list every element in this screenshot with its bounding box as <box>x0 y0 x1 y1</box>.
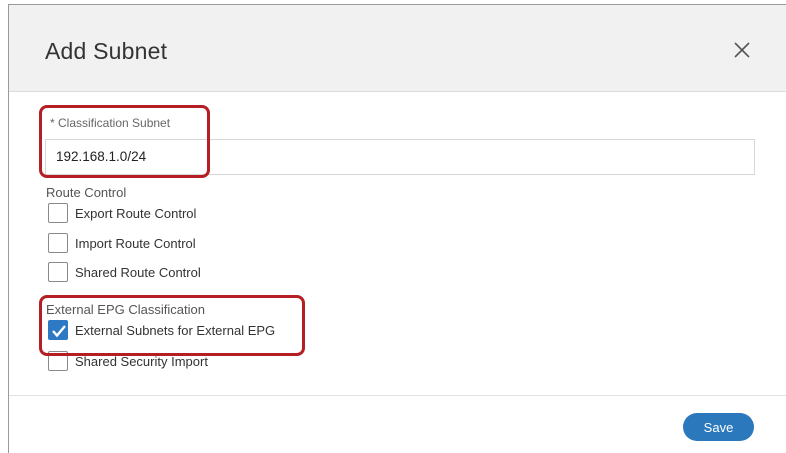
import-route-control-checkbox[interactable] <box>48 233 68 253</box>
external-subnets-option[interactable]: External Subnets for External EPG <box>48 319 275 341</box>
close-icon[interactable] <box>727 35 757 65</box>
export-route-control-option[interactable]: Export Route Control <box>48 202 196 224</box>
checkmark-icon <box>52 325 66 338</box>
export-route-control-label: Export Route Control <box>75 205 197 221</box>
classification-subnet-input[interactable]: 192.168.1.0/24 <box>45 139 755 175</box>
external-subnets-label: External Subnets for External EPG <box>75 322 276 338</box>
export-route-control-checkbox[interactable] <box>48 203 68 223</box>
add-subnet-dialog: Add Subnet * Classification Subnet 192.1… <box>8 4 786 453</box>
save-button[interactable]: Save <box>683 413 754 441</box>
dialog-title: Add Subnet <box>45 38 168 64</box>
route-control-heading: Route Control <box>46 185 127 200</box>
footer-divider <box>9 395 786 396</box>
dialog-header: Add Subnet <box>9 5 786 92</box>
shared-security-import-checkbox[interactable] <box>48 351 68 371</box>
classification-subnet-label: * Classification Subnet <box>50 116 171 130</box>
import-route-control-label: Import Route Control <box>75 235 196 251</box>
shared-route-control-label: Shared Route Control <box>75 264 201 280</box>
external-epg-heading: External EPG Classification <box>46 302 205 317</box>
import-route-control-option[interactable]: Import Route Control <box>48 232 196 254</box>
shared-route-control-option[interactable]: Shared Route Control <box>48 261 201 283</box>
shared-route-control-checkbox[interactable] <box>48 262 68 282</box>
external-subnets-checkbox[interactable] <box>48 320 68 340</box>
shared-security-import-option[interactable]: Shared Security Import <box>48 350 208 372</box>
shared-security-import-label: Shared Security Import <box>75 353 208 369</box>
